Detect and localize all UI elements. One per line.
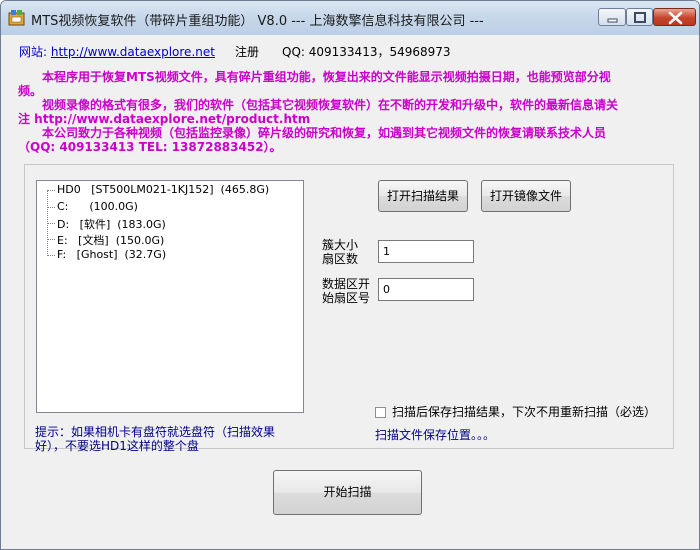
open-image-file-button[interactable]: 打开镜像文件 (481, 180, 571, 212)
open-scan-result-button[interactable]: 打开扫描结果 (378, 180, 468, 212)
tree-item-drive-d[interactable]: D: [软件] (183.0G) (57, 216, 166, 232)
scan-save-location-link[interactable]: 扫描文件保存位置。。。 (375, 426, 495, 443)
data-start-sector-input[interactable] (378, 278, 474, 301)
intro-text: 本程序用于恢复MTS视频文件，具有碎片重组功能，恢复出来的文件能显示视频拍摄日期… (18, 70, 624, 154)
app-icon (8, 9, 25, 26)
tree-item-hd0[interactable]: HD0 [ST500LM021-1KJ152] (465.8G) (57, 183, 269, 196)
cluster-size-input[interactable] (378, 240, 474, 263)
client-area: 网站: http://www.dataexplore.net 注册 QQ: 40… (2, 35, 698, 549)
title-bar[interactable]: MTS视频恢复软件（带碎片重组功能） V8.0 --- 上海数擎信息科技有限公司… (1, 1, 699, 35)
hint-text: 提示：如果相机卡有盘符就选盘符（扫描效果好），不要选HD1这样的整个盘 (35, 425, 276, 453)
app-window: MTS视频恢复软件（带碎片重组功能） V8.0 --- 上海数擎信息科技有限公司… (0, 0, 700, 550)
close-button[interactable] (653, 8, 696, 26)
drive-tree[interactable]: HD0 [ST500LM021-1KJ152] (465.8G) C: (100… (36, 180, 304, 413)
register-link[interactable]: 注册 (235, 43, 259, 60)
window-title: MTS视频恢复软件（带碎片重组功能） V8.0 --- 上海数擎信息科技有限公司… (31, 14, 484, 29)
close-icon (668, 11, 683, 25)
minimize-button[interactable] (598, 8, 626, 26)
tree-connector (47, 190, 55, 191)
tree-connector (47, 223, 55, 224)
checkbox-box[interactable] (375, 407, 386, 418)
tree-connector (47, 239, 55, 240)
tree-item-drive-c[interactable]: C: (100.0G) (57, 200, 138, 213)
minimize-icon (607, 18, 618, 23)
data-start-sector-label: 数据区开 始扇区号 (322, 277, 371, 305)
save-scan-result-label: 扫描后保存扫描结果，下次不用重新扫描（必选） (392, 405, 657, 419)
tree-item-drive-e[interactable]: E: [文档] (150.0G) (57, 232, 164, 248)
cluster-size-label: 簇大小 扇区数 (322, 238, 359, 266)
tree-item-drive-f[interactable]: F: [Ghost] (32.7G) (57, 248, 166, 261)
intro-paragraph-3: 本公司致力于各种视频（包括监控录像）碎片级的研究和恢复，如遇到其它视频文件的恢复… (18, 126, 607, 154)
save-scan-result-checkbox[interactable]: 扫描后保存扫描结果，下次不用重新扫描（必选） (375, 403, 656, 420)
tree-connector (47, 255, 55, 256)
maximize-button[interactable] (626, 8, 653, 26)
start-scan-button[interactable]: 开始扫描 (273, 470, 422, 515)
tree-connector (47, 207, 55, 208)
website-label: 网站: (19, 45, 48, 59)
intro-paragraph-1: 本程序用于恢复MTS视频文件，具有碎片重组功能，恢复出来的文件能显示视频拍摄日期… (18, 70, 611, 98)
website-url[interactable]: http://www.dataexplore.net (51, 45, 215, 59)
maximize-icon (634, 12, 646, 23)
intro-paragraph-2: 视频录像的格式有很多，我们的软件（包括其它视频恢复软件）在不断的开发和升级中，软… (18, 98, 619, 126)
qq-contact: QQ: 409133413，54968973 (282, 45, 451, 59)
website-link[interactable]: 网站: http://www.dataexplore.net (19, 43, 215, 60)
